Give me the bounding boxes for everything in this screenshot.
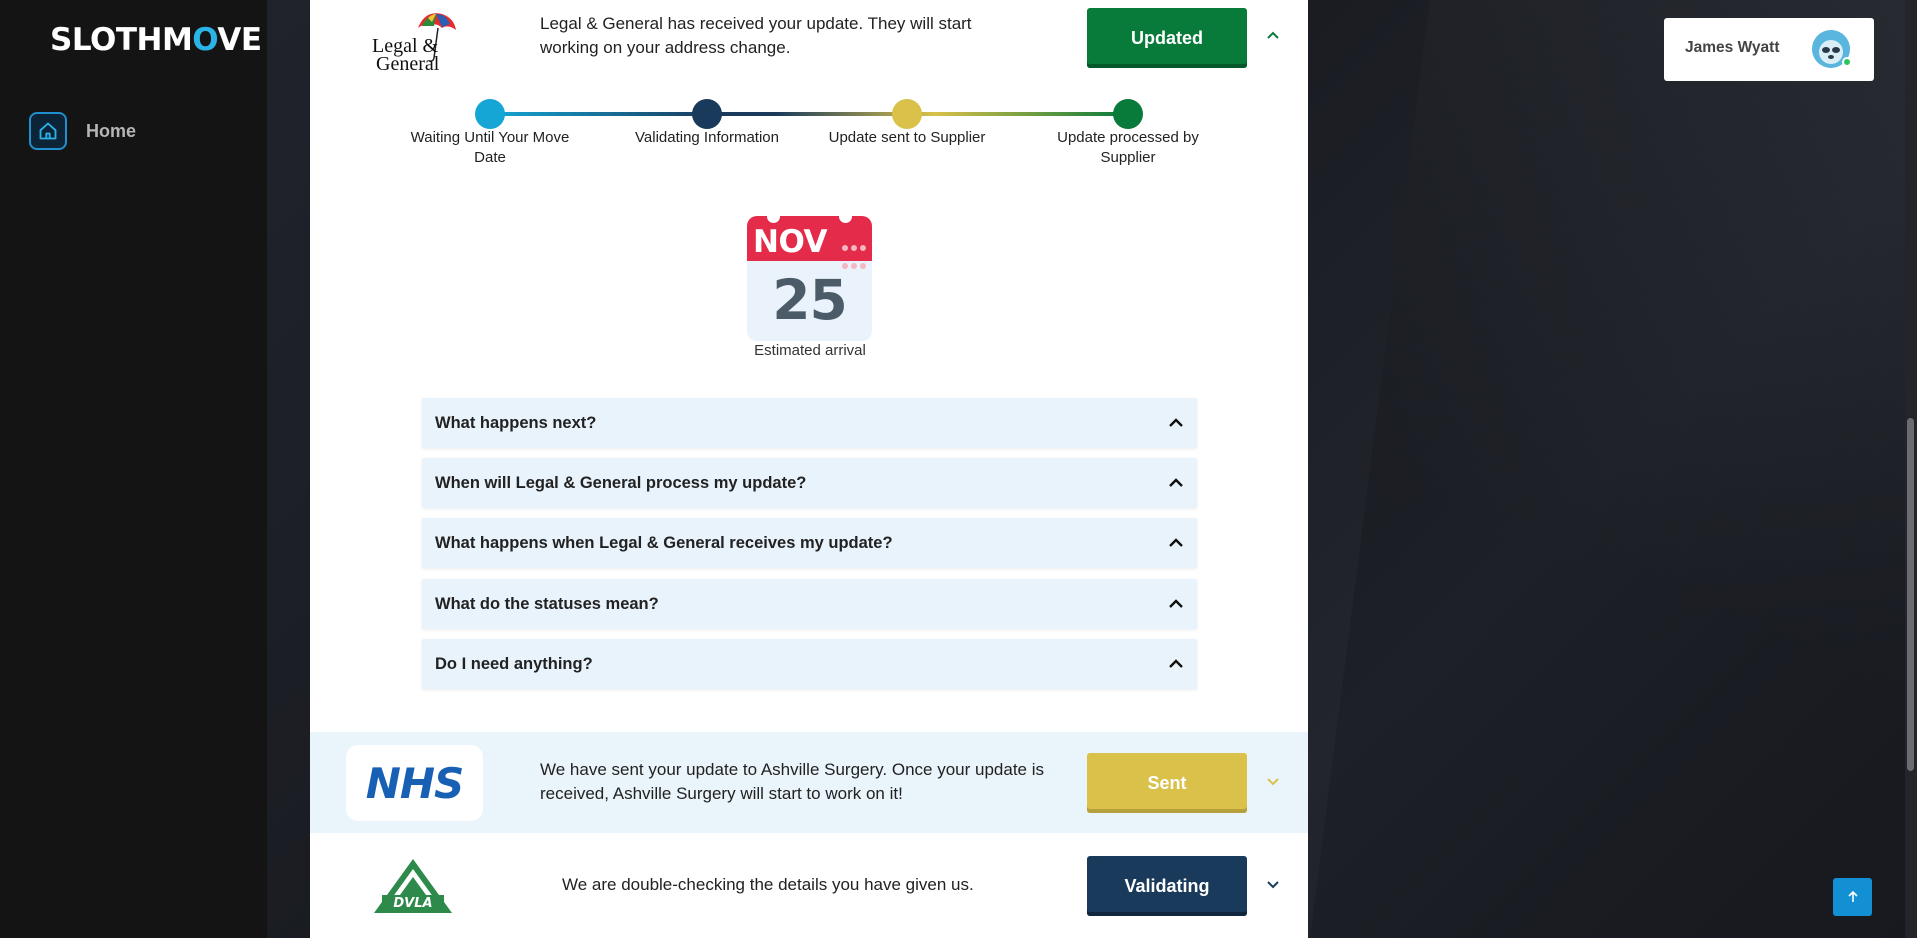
chevron-up-icon <box>1169 659 1183 668</box>
chevron-down-icon[interactable] <box>1264 773 1282 791</box>
user-menu[interactable]: James Wyatt <box>1664 18 1874 81</box>
faq-question: What happens when Legal & General receiv… <box>435 533 893 552</box>
supplier-message: We are double-checking the details you h… <box>562 875 974 894</box>
chevron-up-icon <box>1169 478 1183 487</box>
supplier-row-legal-general: Legal & General Legal & General has rece… <box>310 0 1308 75</box>
legal-general-logo: Legal & General <box>372 13 456 72</box>
calendar-day: 25 <box>772 268 848 332</box>
faq-item[interactable]: What do the statuses mean? <box>422 579 1197 629</box>
supplier-message: We have sent your update to Ashville Sur… <box>540 760 1044 803</box>
step-label-sent: Update sent to Supplier <box>828 129 986 146</box>
faq-item[interactable]: When will Legal & General process my upd… <box>422 458 1197 508</box>
app-logo[interactable]: SLOTHMOVE <box>50 22 262 58</box>
chevron-down-icon[interactable] <box>1264 876 1282 894</box>
step-label-processed: Update processed by Supplier <box>1057 129 1199 166</box>
faq-question: What happens next? <box>435 413 597 432</box>
supplier-message: Legal & General has received your update… <box>540 14 972 57</box>
legal-general-logo-text-2: General <box>376 53 440 72</box>
scrollbar-thumb[interactable] <box>1907 418 1914 771</box>
step-dot-waiting <box>475 99 505 129</box>
faq-item[interactable]: What happens next? <box>422 398 1197 448</box>
faq-question: Do I need anything? <box>435 654 593 673</box>
online-status-dot <box>1842 57 1852 67</box>
back-to-top-button[interactable] <box>1833 878 1872 916</box>
calendar-month: NOV <box>753 224 827 260</box>
chevron-up-icon <box>1169 538 1183 547</box>
sidebar: SLOTHMOVE Home <box>0 0 267 938</box>
status-button-updated[interactable]: Updated <box>1087 8 1247 68</box>
faq-item[interactable]: What happens when Legal & General receiv… <box>422 518 1197 568</box>
step-dot-validating <box>692 99 722 129</box>
faq-question: What do the statuses mean? <box>435 594 659 613</box>
updates-panel: Legal & General Legal & General has rece… <box>310 0 1308 938</box>
stepper-line <box>490 112 1125 116</box>
status-stepper: Waiting Until Your Move Date Validating … <box>310 95 1308 175</box>
faq-item[interactable]: Do I need anything? <box>422 639 1197 689</box>
step-dot-sent <box>892 99 922 129</box>
sidebar-item-label: Home <box>86 120 137 141</box>
supplier-row-dvla: DVLA We are double-checking the details … <box>310 833 1308 938</box>
step-label-validating: Validating Information <box>635 129 779 146</box>
chevron-up-icon <box>1169 599 1183 608</box>
estimated-arrival-label: Estimated arrival <box>754 342 866 359</box>
step-dot-processed <box>1113 99 1143 129</box>
chevron-up-icon[interactable] <box>1264 26 1282 44</box>
status-button-sent[interactable]: Sent <box>1087 753 1247 813</box>
faq-question: When will Legal & General process my upd… <box>435 473 807 492</box>
supplier-row-nhs: NHS We have sent your update to Ashville… <box>310 732 1308 833</box>
arrow-up-icon <box>1847 890 1858 902</box>
calendar-header: NOV <box>747 216 872 269</box>
step-label-waiting: Waiting Until Your Move Date <box>410 129 570 166</box>
sidebar-item-home[interactable]: Home <box>29 111 229 151</box>
dvla-logo-text: DVLA <box>393 896 432 911</box>
chevron-up-icon <box>1169 418 1183 427</box>
scrollbar[interactable] <box>1905 0 1917 938</box>
calendar-icon: NOV 25 <box>747 216 872 341</box>
user-name: James Wyatt <box>1685 39 1780 56</box>
nhs-logo-text: NHS <box>365 758 465 808</box>
nhs-logo: NHS <box>346 745 483 821</box>
home-icon <box>29 112 67 150</box>
status-button-validating[interactable]: Validating <box>1087 856 1247 916</box>
dvla-logo: DVLA <box>374 859 452 913</box>
